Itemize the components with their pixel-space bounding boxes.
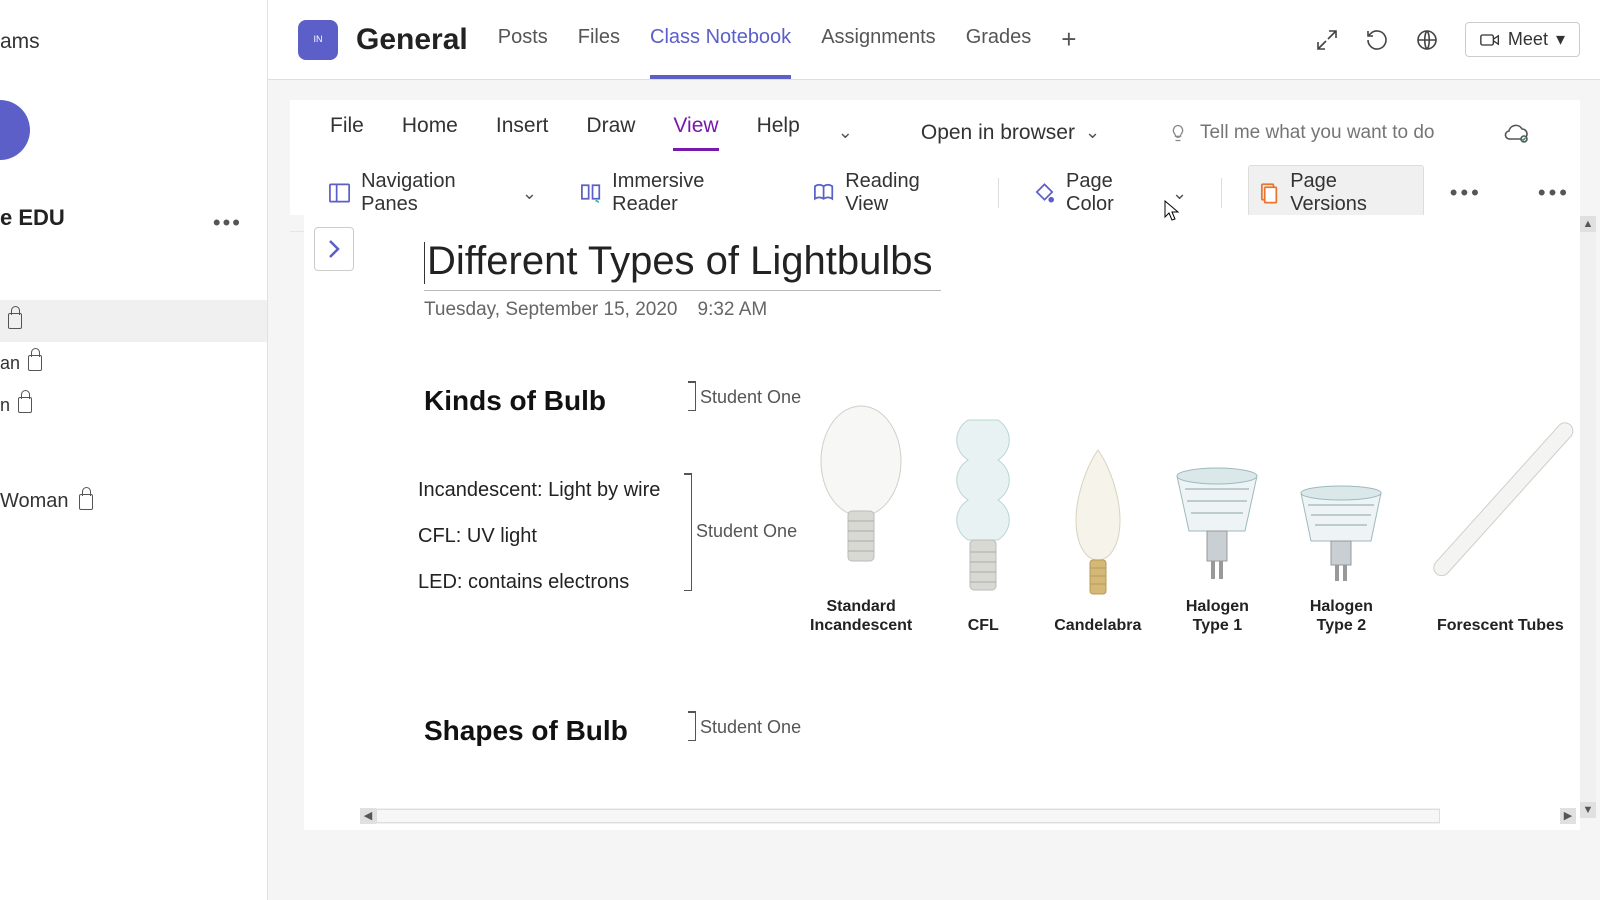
globe-icon[interactable] bbox=[1415, 28, 1439, 52]
candelabra-bulb-icon bbox=[1068, 440, 1128, 610]
tell-me-input[interactable] bbox=[1200, 122, 1440, 144]
chevron-down-icon: ⌄ bbox=[522, 183, 537, 204]
cfl-bulb-icon bbox=[938, 400, 1028, 610]
tab-class-notebook[interactable]: Class Notebook bbox=[650, 0, 791, 79]
author-bracket bbox=[682, 381, 696, 411]
overflow-icon[interactable]: ••• bbox=[1538, 180, 1570, 206]
author-label: Student One bbox=[700, 387, 801, 408]
separator bbox=[1221, 178, 1222, 208]
ribbon-tab-home[interactable]: Home bbox=[402, 114, 458, 151]
page-versions-icon bbox=[1257, 181, 1280, 205]
page-color-icon bbox=[1033, 181, 1056, 205]
reading-view-button[interactable]: Reading View bbox=[804, 166, 972, 220]
ribbon-tab-file[interactable]: File bbox=[330, 114, 364, 151]
cloud-sync-icon[interactable] bbox=[1502, 122, 1530, 144]
open-in-browser-button[interactable]: Open in browser ⌄ bbox=[921, 121, 1100, 145]
ribbon-tab-draw[interactable]: Draw bbox=[586, 114, 635, 151]
panes-icon bbox=[328, 181, 351, 205]
onenote-ribbon: File Home Insert Draw View Help ⌄ Open i… bbox=[290, 100, 1580, 215]
teams-sidebar: ams e EDU ••• an n Woman bbox=[0, 0, 268, 900]
note-line[interactable]: CFL: UV light bbox=[418, 525, 537, 548]
heading-kinds[interactable]: Kinds of Bulb bbox=[424, 385, 606, 417]
chevron-down-icon: ⌄ bbox=[1085, 122, 1100, 143]
page-color-button[interactable]: Page Color ⌄ bbox=[1025, 166, 1195, 220]
tab-posts[interactable]: Posts bbox=[498, 0, 548, 79]
more-options-icon[interactable]: ••• bbox=[1450, 180, 1482, 206]
tab-files[interactable]: Files bbox=[578, 0, 620, 79]
channel-item[interactable]: n bbox=[0, 384, 267, 426]
author-label: Student One bbox=[696, 521, 797, 542]
incandescent-bulb-icon bbox=[816, 391, 906, 591]
horizontal-scrollbar[interactable]: ◀ bbox=[360, 808, 1440, 824]
ribbon-tab-help[interactable]: Help bbox=[757, 114, 800, 151]
ribbon-more-chevron[interactable]: ⌄ bbox=[838, 122, 853, 143]
page-versions-button[interactable]: Page Versions bbox=[1248, 165, 1424, 221]
lock-icon bbox=[18, 397, 32, 413]
immersive-reader-button[interactable]: Immersive Reader bbox=[571, 166, 778, 220]
ribbon-tab-insert[interactable]: Insert bbox=[496, 114, 549, 151]
video-icon bbox=[1480, 32, 1500, 48]
expand-nav-button[interactable] bbox=[314, 227, 354, 271]
channel-item[interactable] bbox=[0, 300, 267, 342]
ribbon-tab-view[interactable]: View bbox=[673, 114, 718, 151]
team-avatar[interactable] bbox=[0, 100, 30, 160]
note-line[interactable]: LED: contains electrons bbox=[418, 571, 629, 594]
team-name[interactable]: e EDU bbox=[0, 205, 65, 231]
halogen2-bulb-icon bbox=[1293, 481, 1389, 591]
tab-grades[interactable]: Grades bbox=[966, 0, 1032, 79]
add-tab-button[interactable]: + bbox=[1061, 24, 1076, 55]
team-more-icon[interactable]: ••• bbox=[213, 210, 242, 236]
channel-item[interactable]: Woman bbox=[0, 490, 93, 513]
lock-icon bbox=[8, 313, 22, 329]
halogen1-bulb-icon bbox=[1167, 461, 1267, 591]
chevron-right-icon bbox=[326, 239, 342, 259]
expand-icon[interactable] bbox=[1315, 28, 1339, 52]
author-label: Student One bbox=[700, 717, 801, 738]
chevron-down-icon: ⌄ bbox=[1172, 183, 1187, 204]
page-canvas[interactable]: Different Types of Lightbulbs Tuesday, S… bbox=[304, 215, 1580, 830]
reading-view-icon bbox=[812, 181, 835, 205]
tab-assignments[interactable]: Assignments bbox=[821, 0, 936, 79]
page-title[interactable]: Different Types of Lightbulbs bbox=[424, 239, 941, 291]
meet-button[interactable]: Meet ▾ bbox=[1465, 22, 1580, 57]
refresh-icon[interactable] bbox=[1365, 28, 1389, 52]
channel-avatar: IN bbox=[298, 20, 338, 60]
channel-title: General bbox=[356, 23, 468, 57]
vertical-scrollbar[interactable]: ▲ ▼ bbox=[1580, 216, 1596, 818]
separator bbox=[998, 178, 999, 208]
channel-header: IN General Posts Files Class Notebook As… bbox=[268, 0, 1600, 80]
author-bracket bbox=[682, 711, 696, 741]
immersive-reader-icon bbox=[579, 181, 602, 205]
sidebar-heading: ams bbox=[0, 30, 40, 54]
bulbs-figure: Standard Incandescent CFL Candelabra bbox=[810, 375, 1580, 635]
chevron-down-icon: ▾ bbox=[1556, 29, 1565, 50]
scroll-track[interactable] bbox=[376, 809, 1440, 823]
scroll-right-button[interactable]: ▶ bbox=[1560, 808, 1576, 824]
page-timestamp: Tuesday, September 15, 20209:32 AM bbox=[424, 299, 767, 321]
heading-shapes[interactable]: Shapes of Bulb bbox=[424, 715, 628, 747]
lightbulb-icon bbox=[1168, 123, 1188, 143]
lock-icon bbox=[28, 355, 42, 371]
scroll-down-button[interactable]: ▼ bbox=[1580, 802, 1596, 818]
scroll-up-button[interactable]: ▲ bbox=[1580, 216, 1596, 232]
scroll-left-button[interactable]: ◀ bbox=[360, 808, 376, 824]
fluorescent-tube-icon bbox=[1415, 400, 1580, 610]
lock-icon bbox=[79, 494, 93, 510]
navigation-panes-button[interactable]: Navigation Panes ⌄ bbox=[320, 166, 545, 220]
author-bracket bbox=[678, 473, 692, 591]
channel-item[interactable]: an bbox=[0, 342, 267, 384]
note-line[interactable]: Incandescent: Light by wire bbox=[418, 479, 660, 502]
